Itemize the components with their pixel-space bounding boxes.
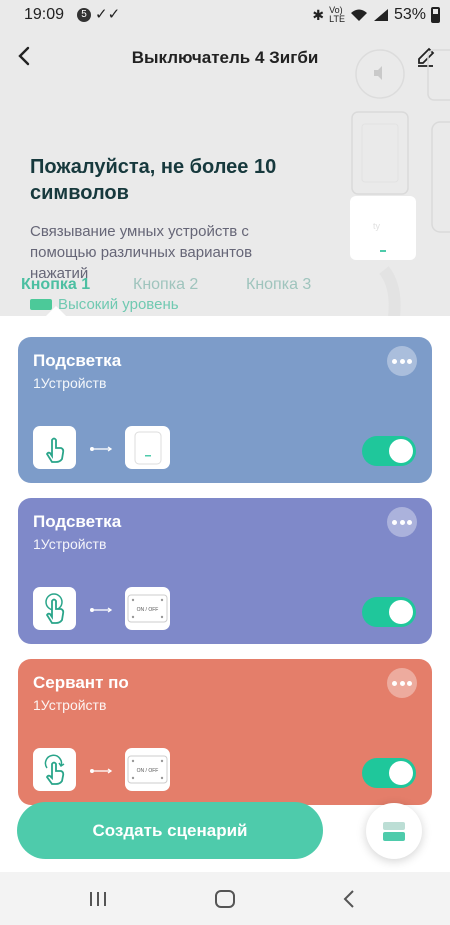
tab-button-1[interactable]: Кнопка 1 [21,276,90,294]
switch-device-icon: ON / OFF [125,748,170,791]
single-tap-icon [33,426,76,469]
scene-name: Подсветка [33,351,122,370]
hub-device-icon [125,426,170,469]
tab-button-2[interactable]: Кнопка 2 [133,276,198,294]
layout-toggle-icon[interactable] [366,803,422,859]
recent-apps-icon[interactable] [78,882,118,916]
double-tap-icon [33,587,76,630]
svg-text:ty: ty [373,221,381,231]
scene-toggle[interactable] [362,597,416,627]
more-options-icon[interactable] [387,668,417,698]
switch-label: ON / OFF [137,607,159,613]
arrow-right-icon [90,446,113,452]
scene-device-count: 1Устройств [33,697,107,713]
scene-card[interactable]: Сервант по 1Устройств ON / OFF [18,659,432,805]
home-icon[interactable] [205,882,245,916]
wifi-icon [350,9,367,21]
switch-label: ON / OFF [137,768,159,774]
battery-level-label: Высокий уровень [58,296,179,313]
bluetooth-icon: ✱ [312,6,325,23]
more-options-icon[interactable] [387,346,417,376]
status-bar: 19:09 5 ✓✓ ✱ Vo) LTE 53% [0,0,450,30]
more-options-icon[interactable] [387,507,417,537]
hint-title: Пожалуйста, не более 10 символов [30,156,277,204]
double-check-icon: ✓✓ [95,6,121,23]
battery-percent: 53% [393,6,426,23]
battery-icon [431,7,440,23]
device-illustration: ty [350,49,450,330]
system-nav-bar [0,872,450,925]
volte-icon: Vo) LTE [329,5,345,24]
tab-button-3[interactable]: Кнопка 3 [246,276,311,294]
scene-name: Подсветка [33,512,122,531]
arrow-right-icon [90,607,113,613]
long-press-icon [33,748,76,791]
scene-device-count: 1Устройств [33,375,107,391]
sheet-notch [44,306,68,318]
scene-toggle[interactable] [362,758,416,788]
notification-badge-icon: 5 [77,8,91,22]
scene-card[interactable]: Подсветка 1Устройств ON / OFF [18,498,432,644]
arrow-right-icon [90,768,113,774]
scene-name: Сервант по [33,673,129,692]
status-time: 19:09 [24,6,65,23]
scene-toggle[interactable] [362,436,416,466]
scene-card[interactable]: Подсветка 1Устройств [18,337,432,483]
hint-description: Связывание умных устройств с помощью раз… [30,223,253,282]
back-nav-icon[interactable] [330,882,370,916]
signal-icon [373,9,388,21]
scene-device-count: 1Устройств [33,536,107,552]
switch-device-icon: ON / OFF [125,587,170,630]
status-icons: ✱ Vo) LTE 53% [312,6,440,24]
button-tabs: Кнопка 1 Кнопка 2 Кнопка 3 [0,276,340,298]
create-scene-button[interactable]: Создать сценарий [17,802,323,859]
